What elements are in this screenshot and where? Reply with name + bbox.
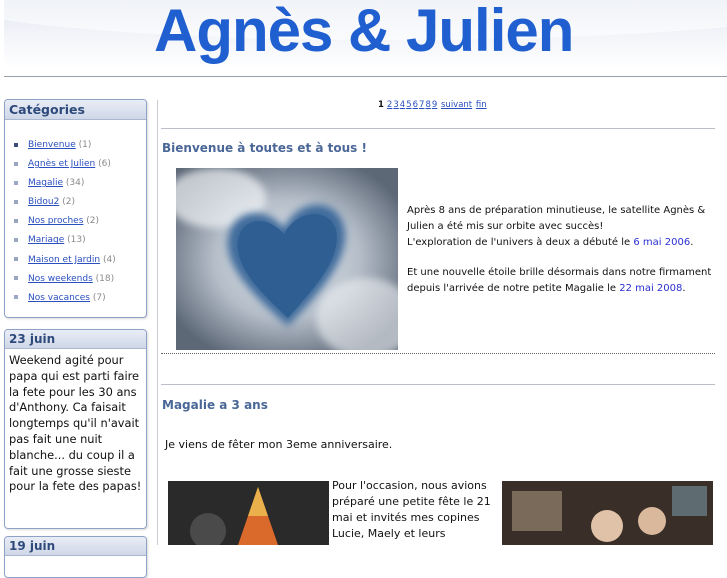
party-hat-image [168, 481, 329, 545]
category-count: (6) [98, 159, 111, 170]
pager-page-link[interactable]: 6 [413, 100, 418, 110]
category-count: (34) [65, 178, 85, 189]
category-item[interactable]: Agnès et Julien (6) [14, 159, 146, 178]
post-text: . [682, 283, 686, 294]
category-link[interactable]: Bidou2 [28, 197, 59, 207]
post-body: Pour l'occasion, nous avions préparé une… [332, 479, 491, 540]
category-count: (1) [78, 140, 92, 150]
post-body: Après 8 ans de préparation minutieuse, l… [407, 203, 713, 297]
pager-page-link[interactable]: 3 [393, 100, 398, 110]
category-count: (13) [67, 235, 86, 246]
post-paragraph: Et une nouvelle étoile brille désormais … [407, 265, 713, 297]
category-count: (18) [95, 273, 115, 284]
site-title[interactable]: Agnès & Julien [154, 0, 574, 65]
pager-page-link[interactable]: 2 [387, 100, 392, 110]
post-intro: Je viens de fêter mon 3eme anniversaire. [165, 438, 393, 451]
news-box: 19 juin [4, 536, 147, 578]
category-link[interactable]: Bienvenue [28, 140, 76, 150]
category-link[interactable]: Magalie [28, 178, 63, 188]
date-link[interactable]: 6 mai 2006 [633, 237, 690, 248]
square-bullet-icon [14, 237, 18, 242]
category-count: (4) [102, 254, 116, 265]
site-header: Agnès & Julien [4, 0, 727, 69]
category-item[interactable]: Bidou2 (2) [14, 197, 146, 216]
category-count: (2) [62, 197, 75, 208]
category-link[interactable]: Agnès et Julien [28, 159, 95, 169]
category-link[interactable]: Nos weekends [28, 274, 93, 284]
post-paragraph: Après 8 ans de préparation minutieuse, l… [407, 205, 706, 232]
news-text: Weekend agité pour papa qui est parti fa… [9, 353, 142, 494]
post-text: . [690, 237, 694, 248]
category-item[interactable]: Maison et Jardin (4) [14, 255, 146, 274]
pager-page-link[interactable]: 4 [400, 100, 405, 110]
category-link[interactable]: Nos proches [28, 216, 83, 226]
header-divider [4, 76, 727, 77]
pager-current-page: 1 [378, 100, 384, 110]
category-item[interactable]: Nos vacances (7) [14, 293, 146, 312]
birthday-party-photo[interactable] [168, 481, 329, 545]
news-box: 23 juin Weekend agité pour papa qui est … [4, 329, 147, 529]
news-date: 19 juin [5, 537, 146, 556]
category-item[interactable]: Bienvenue (1) [14, 140, 146, 159]
column-divider [157, 100, 158, 545]
pager-page-link[interactable]: 8 [425, 100, 430, 110]
square-bullet-icon [14, 218, 18, 223]
pager-next-link[interactable]: suivant [441, 100, 472, 110]
post-separator [161, 353, 715, 354]
news-date: 23 juin [5, 330, 146, 349]
square-bullet-icon [14, 276, 18, 281]
category-item[interactable]: Mariage (13) [14, 235, 146, 254]
post-text: L'exploration de l'univers à deux a débu… [407, 237, 634, 248]
square-bullet-icon [14, 199, 18, 204]
pager-page-link[interactable]: 5 [406, 100, 411, 110]
post-title[interactable]: Bienvenue à toutes et à tous ! [162, 141, 367, 155]
category-link[interactable]: Nos vacances [28, 293, 90, 303]
pager-page-link[interactable]: 9 [432, 100, 437, 110]
category-list: Bienvenue (1) Agnès et Julien (6) Magalie … [5, 120, 146, 312]
pager-page-link[interactable]: 7 [419, 100, 424, 110]
category-link[interactable]: Maison et Jardin [28, 255, 100, 265]
category-item[interactable]: Nos proches (2) [14, 216, 146, 235]
content-divider [161, 128, 715, 129]
post-paragraph: L'exploration de l'univers à deux a débu… [407, 235, 713, 251]
date-link[interactable]: 22 mai 2008 [619, 283, 682, 294]
square-bullet-icon [14, 295, 18, 300]
categories-title: Catégories [5, 100, 146, 120]
square-bullet-icon [14, 161, 18, 166]
heart-cloud-photo[interactable] [176, 168, 398, 350]
square-bullet-icon [14, 142, 18, 147]
category-item[interactable]: Magalie (34) [14, 178, 146, 197]
pagination: 1 23456789 suivant fin [378, 100, 488, 110]
category-count: (7) [92, 292, 106, 303]
children-party-image [502, 481, 713, 545]
square-bullet-icon [14, 180, 18, 185]
birthday-party-photo[interactable] [502, 481, 713, 545]
category-link[interactable]: Mariage [28, 235, 64, 245]
content-divider [161, 384, 715, 385]
post-title[interactable]: Magalie a 3 ans [162, 398, 268, 412]
square-bullet-icon [14, 257, 18, 262]
category-count: (2) [86, 216, 100, 227]
category-item[interactable]: Nos weekends (18) [14, 274, 146, 293]
heart-sky-image [176, 168, 398, 350]
categories-box: Catégories Bienvenue (1) Agnès et Julien … [4, 99, 147, 318]
pager-last-link[interactable]: fin [476, 100, 487, 110]
